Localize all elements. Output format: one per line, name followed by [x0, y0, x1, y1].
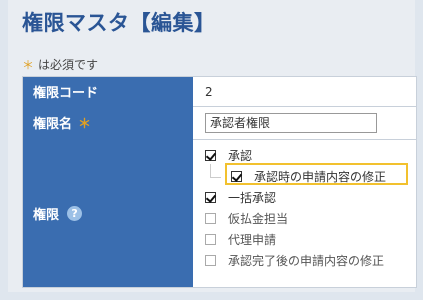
permission-code-value: 2 — [205, 84, 213, 99]
checkbox[interactable] — [205, 255, 216, 266]
permissions-header: 権限 ? — [23, 139, 193, 287]
permission-item-label: 承認時の申請内容の修正 — [254, 170, 387, 184]
help-icon[interactable]: ? — [67, 205, 83, 221]
permission-name-label: 権限名 — [33, 117, 73, 132]
checkbox[interactable] — [205, 213, 216, 224]
required-star-icon: ＊ — [22, 58, 35, 72]
permission-item-label: 承認 — [228, 149, 253, 163]
row-permissions: 権限 ? 承認 承認時の申請内容の修正 一括承認 仮払金担当 代理申請 承認完了… — [23, 139, 416, 287]
permission-item-label: 仮払金担当 — [228, 212, 289, 226]
required-note-text: は必須です — [38, 58, 99, 72]
permission-item-proxy-application[interactable]: 代理申請 — [205, 231, 276, 248]
permission-item-edit-on-approve[interactable]: 承認時の申請内容の修正 — [231, 168, 386, 185]
permissions-label: 権限 — [33, 207, 60, 223]
permission-name-input[interactable] — [205, 112, 377, 133]
permission-item-label: 代理申請 — [228, 233, 277, 247]
checkbox[interactable] — [205, 150, 216, 161]
permission-item-edit-after-approval[interactable]: 承認完了後の申請内容の修正 — [205, 252, 384, 269]
permission-code-label: 権限コード — [23, 77, 193, 106]
permission-item-bulk-approve[interactable]: 一括承認 — [205, 189, 276, 206]
permissions-cell: 承認 承認時の申請内容の修正 一括承認 仮払金担当 代理申請 承認完了後の申請内… — [193, 139, 416, 287]
permission-item-advance-payment[interactable]: 仮払金担当 — [205, 210, 288, 227]
permission-name-cell — [193, 106, 416, 139]
permission-item-label: 一括承認 — [228, 191, 277, 205]
checkbox[interactable] — [231, 171, 242, 182]
checkbox[interactable] — [205, 192, 216, 203]
required-note: ＊は必須です — [22, 56, 98, 73]
permission-form: 権限コード 2 権限名 ＊ 権限 ? 承認 — [22, 76, 417, 288]
row-permission-name: 権限名 ＊ — [23, 106, 416, 140]
permission-item-approve[interactable]: 承認 — [205, 147, 252, 164]
row-permission-code: 権限コード 2 — [23, 77, 416, 107]
checkbox[interactable] — [205, 234, 216, 245]
tree-connector — [210, 164, 221, 178]
permission-name-header: 権限名 ＊ — [23, 106, 193, 139]
required-star-icon: ＊ — [78, 117, 92, 132]
page-title: 権限マスタ【編集】 — [22, 11, 216, 35]
permission-item-label: 承認完了後の申請内容の修正 — [228, 254, 385, 268]
